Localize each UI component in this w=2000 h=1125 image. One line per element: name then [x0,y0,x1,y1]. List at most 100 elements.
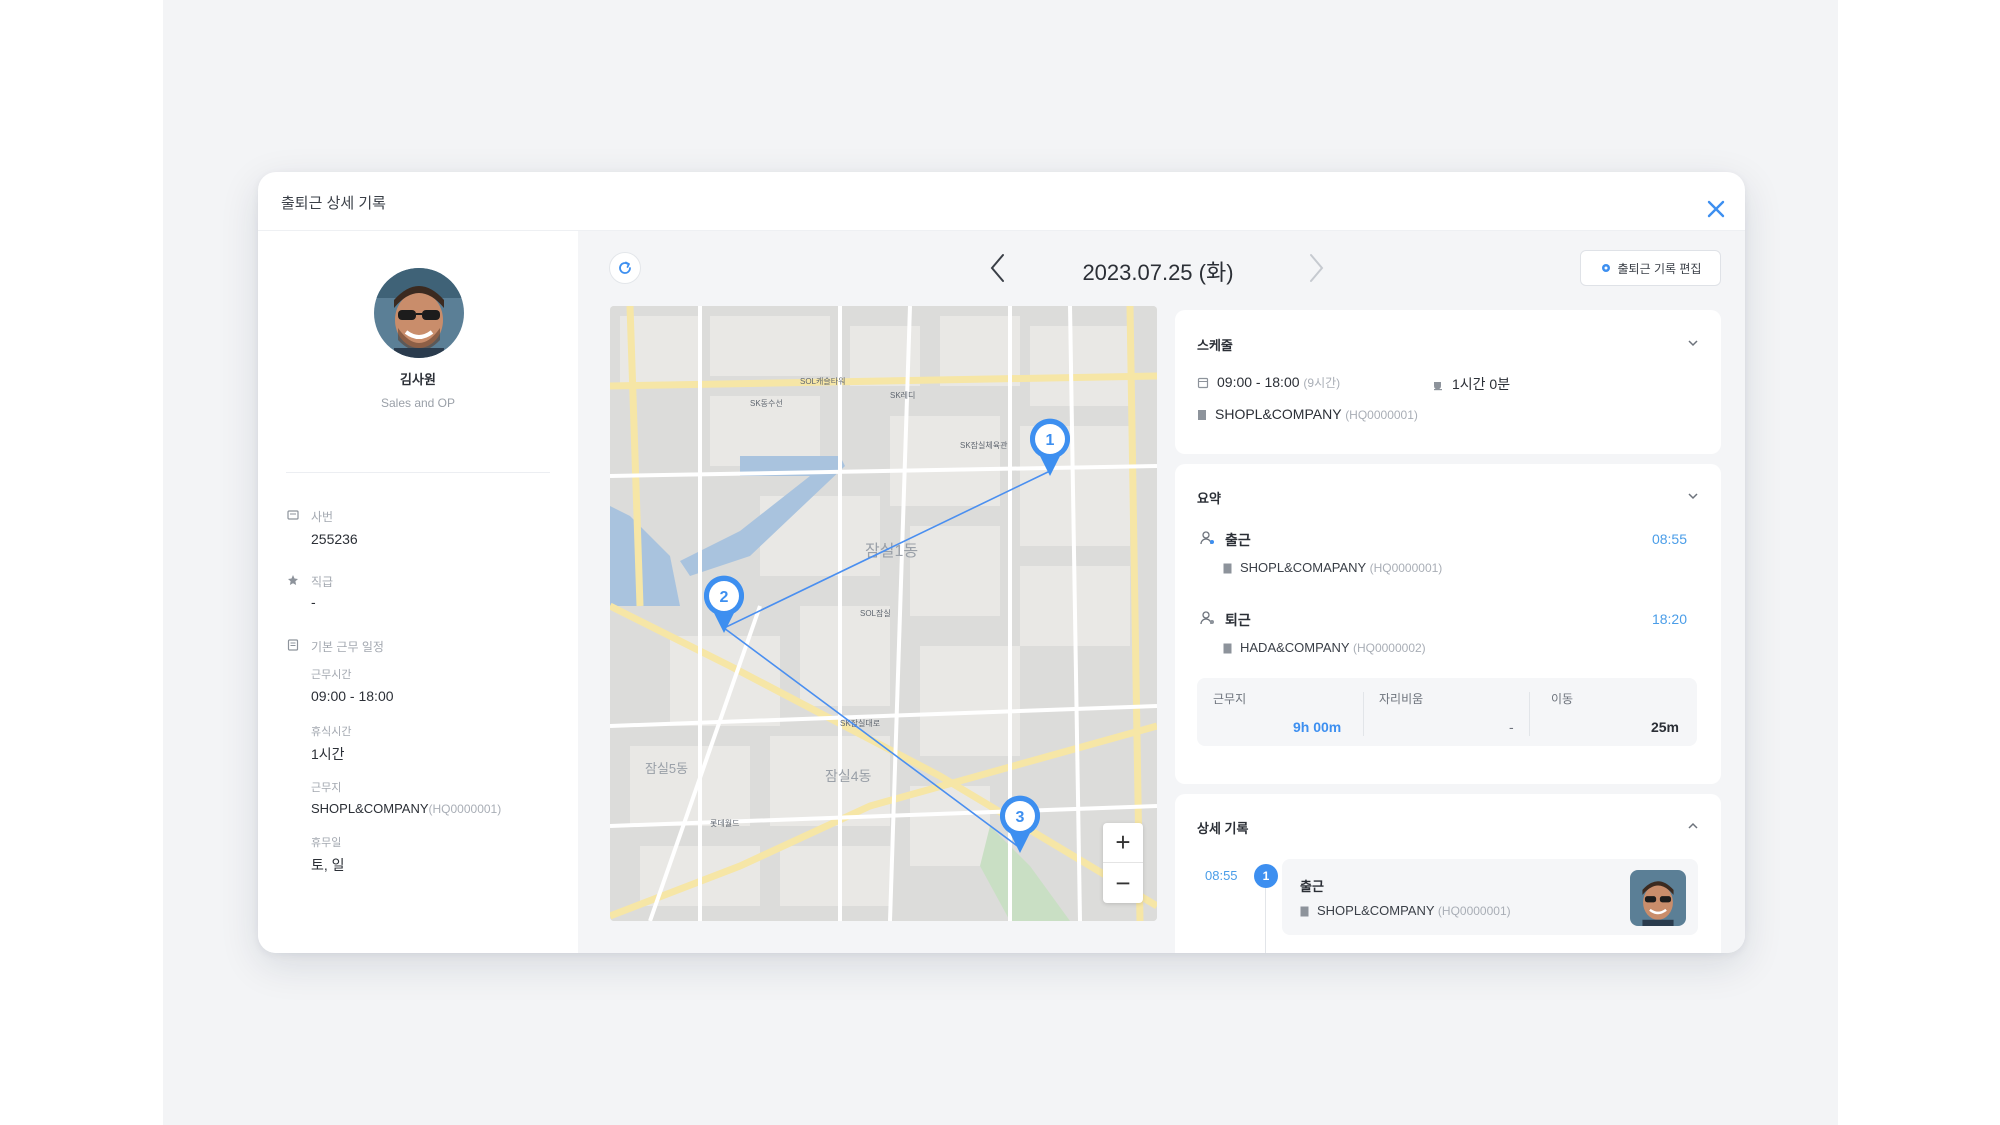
checkin-code: (HQ0000001) [1369,561,1443,575]
schedule-break: 1시간 0분 [1452,376,1511,392]
avatar [374,268,464,358]
place-label: SOL캐슬타워 [800,376,845,386]
checkin-label: 출근 [1225,532,1251,548]
place-label: SK레디 [890,391,915,400]
break-label: 휴식시간 [311,726,352,738]
summary-title: 요약 [1197,491,1221,506]
place-label: 롯데월드 [710,818,739,828]
timeline-line [1265,888,1266,953]
checkout-time: 18:20 [1651,611,1687,627]
detail-time: 08:55 [1205,868,1238,883]
employee-no: 255236 [311,531,358,547]
workplace-code: (HQ0000001) [428,802,502,816]
map-canvas: 잠실1동 잠실4동 잠실5동 SOL캐슬타워 SK동수선 SK레디 SK잠실체육… [610,306,1157,921]
divider [286,472,550,473]
detail-label: 출근 [1300,879,1324,894]
holiday-value: 토, 일 [311,857,345,873]
chevron-up-icon[interactable] [1687,820,1699,832]
stat-divider [1363,692,1364,736]
map-marker-label: 2 [720,589,729,606]
building-icon [1198,410,1206,420]
schedule-workplace-row: SHOPL&COMPANY (HQ0000001) [1197,406,1418,422]
content-area: 2023.07.25 (화) 출퇴근 기록 편집 잠실1동 잠실4동 잠실5동 … [578,231,1745,953]
building-icon [1223,643,1232,654]
schedule-workplace: SHOPL&COMPANY [1215,406,1342,422]
workplace-name: SHOPL&COMPANY [311,801,429,816]
position-value: - [311,594,316,610]
schedule-time: 09:00 - 18:00 [1217,374,1300,390]
schedule-label: 기본 근무 일정 [311,640,384,654]
schedule-workplace-code: (HQ0000001) [1345,408,1418,422]
detail-number-badge: 1 [1254,864,1278,888]
zoom-out-button[interactable]: − [1103,863,1143,903]
stat-value-away: - [1509,719,1514,735]
profile-panel: 김사원 Sales and OP 사번 255236 직급 - 기본 근무 일정… [258,231,578,953]
close-icon[interactable] [1705,198,1727,220]
zoom-controls: + − [1103,823,1143,903]
district-label-2: 잠실4동 [825,768,872,784]
work-hours-value: 09:00 - 18:00 [311,688,394,704]
detail-card: 상세 기록 08:55 1 출근 SHOPL&COMPANY (HQ000000… [1175,794,1721,953]
stat-value-moving: 25m [1650,719,1679,735]
edit-attendance-button[interactable]: 출퇴근 기록 편집 [1580,250,1721,286]
district-label-3: 잠실5동 [645,761,688,776]
checkin-time: 08:55 [1651,531,1687,547]
work-hours-label: 근무시간 [311,669,352,681]
user-checkout-icon [1200,611,1214,625]
schedule-break-row: 1시간 0분 [1432,374,1510,394]
modal-title: 출퇴근 상세 기록 [281,195,386,212]
workplace-value: SHOPL&COMPANY(HQ0000001) [311,801,501,816]
edit-button-label: 출퇴근 기록 편집 [1617,261,1702,276]
stat-divider [1529,692,1530,736]
summary-card: 요약 출근 08:55 SHOPL&COMAPANY (HQ0000001) 퇴… [1175,464,1721,784]
user-checkin-icon [1200,531,1214,545]
building-icon [1300,906,1309,917]
employee-name: 김사원 [400,372,436,387]
calendar-icon [1197,377,1209,389]
detail-place-row: SHOPL&COMPANY (HQ0000001) [1300,903,1511,918]
gear-icon [1601,264,1610,272]
modal-header: 출퇴근 상세 기록 [258,172,1745,231]
zoom-in-button[interactable]: + [1103,823,1143,863]
detail-code: (HQ0000001) [1437,904,1511,918]
avatar [1630,870,1686,926]
map-marker-label: 1 [1046,432,1055,449]
checkin-place-row: SHOPL&COMAPANY (HQ0000001) [1223,560,1442,575]
star-icon [288,575,298,585]
chevron-down-icon[interactable] [1687,337,1699,349]
checkout-code: (HQ0000002) [1352,641,1426,655]
stat-value-workplace: 9h 00m [1293,719,1342,735]
stat-label-moving: 이동 [1551,692,1574,706]
detail-record-item[interactable]: 출근 SHOPL&COMPANY (HQ0000001) [1282,859,1698,935]
stat-label-workplace: 근무지 [1213,692,1247,706]
refresh-icon [619,261,631,274]
attendance-detail-modal: 출퇴근 상세 기록 김사원 Sales and OP 사번 255236 직급 … [258,172,1745,953]
position-label: 직급 [311,575,334,589]
detail-title: 상세 기록 [1197,821,1249,836]
schedule-time-row: 09:00 - 18:00 (9시간) [1197,374,1340,391]
place-label: SK동수선 [750,399,783,408]
place-label: SK잠실체육관 [960,440,1008,450]
stat-label-away: 자리비움 [1379,692,1424,706]
coffee-icon [1434,382,1442,391]
checkin-place: SHOPL&COMAPANY [1240,560,1366,575]
route-map[interactable]: 잠실1동 잠실4동 잠실5동 SOL캐슬타워 SK동수선 SK레디 SK잠실체육… [610,306,1157,921]
chevron-down-icon[interactable] [1687,490,1699,502]
schedule-card: 스케줄 09:00 - 18:00 (9시간) 1시간 0분 SHOPL&COM… [1175,310,1721,454]
break-value: 1시간 [311,746,345,762]
next-date-button[interactable] [1304,251,1328,285]
calendar-icon [287,639,299,651]
checkout-label: 퇴근 [1225,612,1251,628]
place-label: SOL잠실 [860,608,891,618]
employee-no-label: 사번 [311,510,334,524]
previous-date-button[interactable] [986,251,1010,285]
checkout-place: HADA&COMPANY [1240,640,1350,655]
detail-place: SHOPL&COMPANY [1317,903,1435,918]
schedule-time-note: (9시간) [1303,376,1341,390]
map-marker-label: 3 [1016,809,1025,826]
employee-department: Sales and OP [380,396,456,410]
id-card-icon [287,510,299,520]
building-icon [1223,563,1232,574]
workplace-label: 근무지 [311,782,342,794]
refresh-button[interactable] [609,252,641,284]
